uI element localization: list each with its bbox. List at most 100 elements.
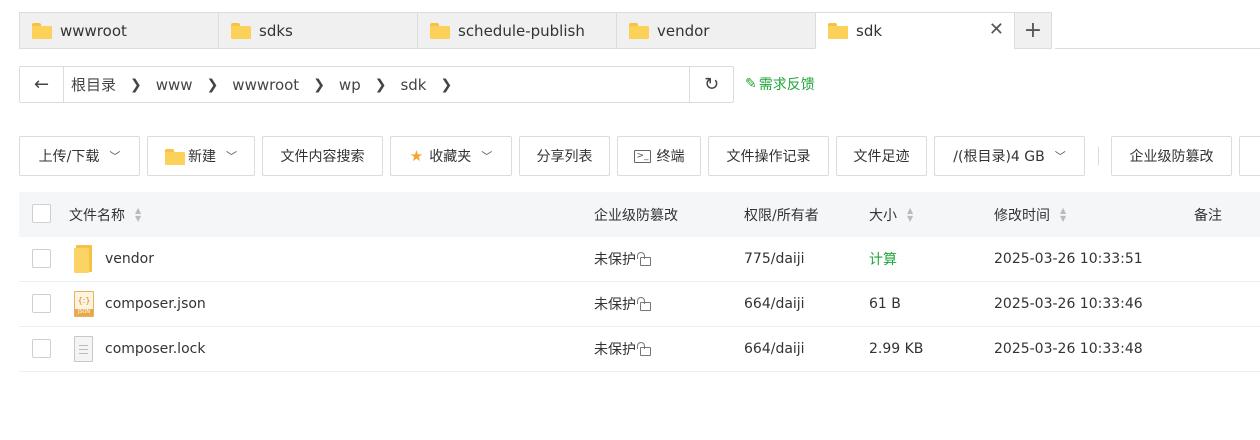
tab-wwwroot[interactable]: wwwroot bbox=[19, 12, 218, 49]
tab-vendor[interactable]: vendor bbox=[616, 12, 815, 49]
tamper-status[interactable]: 未保护 bbox=[594, 237, 651, 281]
modified-time: 2025-03-26 10:33:48 bbox=[994, 341, 1143, 357]
column-size-label: 大小 bbox=[869, 207, 897, 224]
chevron-right-icon: ❯ bbox=[313, 76, 325, 93]
breadcrumb-root[interactable]: 根目录 bbox=[71, 74, 116, 95]
breadcrumb-www[interactable]: www bbox=[156, 76, 193, 94]
terminal-icon: >_ bbox=[633, 149, 651, 163]
feedback-link[interactable]: ✎ 需求反馈 bbox=[745, 74, 815, 94]
breadcrumb-wwwroot[interactable]: wwwroot bbox=[232, 76, 299, 94]
chevron-right-icon: ❯ bbox=[206, 76, 219, 93]
calculate-size-link[interactable]: 计算 bbox=[869, 237, 897, 281]
footprint-label: 文件足迹 bbox=[853, 149, 910, 165]
back-arrow-icon[interactable]: ← bbox=[20, 67, 64, 102]
tamper-status[interactable]: 未保护 bbox=[594, 282, 651, 326]
modified-time: 2025-03-26 10:33:51 bbox=[994, 251, 1143, 267]
terminal-label: 终端 bbox=[656, 149, 685, 165]
chevron-right-icon: ❯ bbox=[374, 76, 387, 93]
modified-time: 2025-03-26 10:33:46 bbox=[994, 296, 1143, 312]
tab-label: schedule-publish bbox=[458, 21, 585, 40]
column-mtime[interactable]: 修改时间 ▲ ▼ bbox=[994, 205, 1066, 225]
tab-schedule-publish[interactable]: schedule-publish bbox=[417, 12, 616, 49]
breadcrumb[interactable]: 根目录 ❯ www ❯ wwwroot ❯ wp ❯ sdk ❯ bbox=[64, 67, 689, 102]
file-icon bbox=[74, 336, 93, 362]
operation-log-label: 文件操作记录 bbox=[726, 149, 811, 165]
tamper-protection-button[interactable]: 企业级防篡改 bbox=[1111, 136, 1232, 176]
toolbar: 上传/下载 ﹀ 新建 ﹀ 文件内容搜索 ★ 收藏夹 ﹀ 分享列表 >_ 终端 文… bbox=[19, 136, 1260, 176]
sort-icon: ▲ ▼ bbox=[907, 205, 914, 223]
share-list-label: 分享列表 bbox=[536, 149, 593, 165]
disk-select-button[interactable]: /(根目录)4 GB ﹀ bbox=[934, 136, 1085, 176]
favorites-button[interactable]: ★ 收藏夹 ﹀ bbox=[390, 136, 512, 176]
chevron-down-icon: ﹀ bbox=[481, 150, 493, 163]
chevron-right-icon: ❯ bbox=[440, 76, 453, 93]
tabbar-divider bbox=[1055, 48, 1260, 49]
row-checkbox[interactable] bbox=[32, 249, 51, 268]
column-note: 备注 bbox=[1194, 205, 1222, 225]
terminal-button[interactable]: >_ 终端 bbox=[617, 136, 701, 176]
folder-icon bbox=[32, 22, 52, 39]
folder-icon bbox=[430, 22, 450, 39]
table-header: 文件名称 ▲ ▼ 企业级防篡改 权限/所有者 大小 ▲ ▼ 修改时间 ▲ ▼ 备注 bbox=[19, 192, 1260, 237]
table-row[interactable]: {:} JSON composer.json 未保护 664/daiji 61 B… bbox=[19, 282, 1260, 327]
unlock-icon bbox=[637, 297, 651, 311]
file-size: 61 B bbox=[869, 296, 901, 312]
column-name[interactable]: 文件名称 ▲ ▼ bbox=[69, 205, 141, 225]
column-size[interactable]: 大小 ▲ ▼ bbox=[869, 205, 913, 225]
column-mtime-label: 修改时间 bbox=[994, 207, 1050, 224]
tab-label: vendor bbox=[657, 21, 710, 40]
sort-icon: ▲ ▼ bbox=[135, 205, 142, 223]
share-list-button[interactable]: 分享列表 bbox=[519, 136, 610, 176]
footprint-button[interactable]: 文件足迹 bbox=[836, 136, 927, 176]
folder-icon bbox=[74, 244, 94, 274]
upload-download-button[interactable]: 上传/下载 ﹀ bbox=[19, 136, 140, 176]
tab-label: wwwroot bbox=[60, 21, 127, 40]
tamper-status-label: 未保护 bbox=[594, 342, 636, 358]
tab-sdk[interactable]: sdk ✕ bbox=[815, 12, 1014, 49]
file-size: 2.99 KB bbox=[869, 341, 924, 357]
column-name-label: 文件名称 bbox=[69, 207, 125, 224]
file-name[interactable]: composer.json bbox=[105, 282, 206, 326]
column-tamper: 企业级防篡改 bbox=[594, 205, 678, 225]
close-icon[interactable]: ✕ bbox=[989, 21, 1004, 39]
breadcrumb-sdk[interactable]: sdk bbox=[400, 76, 426, 94]
favorites-label: 收藏夹 bbox=[429, 149, 472, 165]
file-name[interactable]: composer.lock bbox=[105, 327, 205, 371]
permission[interactable]: 664/daiji bbox=[744, 327, 805, 371]
content-search-button[interactable]: 文件内容搜索 bbox=[262, 136, 383, 176]
edit-icon: ✎ bbox=[745, 76, 757, 92]
disk-label: /(根目录)4 GB bbox=[953, 149, 1045, 165]
star-icon: ★ bbox=[409, 147, 424, 165]
permission[interactable]: 775/daiji bbox=[744, 237, 805, 281]
operation-log-button[interactable]: 文件操作记录 bbox=[708, 136, 829, 176]
tab-bar: wwwroot sdks schedule-publish vendor sdk… bbox=[19, 12, 1052, 49]
table-row[interactable]: vendor 未保护 775/daiji 计算 2025-03-26 10:33… bbox=[19, 237, 1260, 282]
chevron-down-icon: ﹀ bbox=[226, 150, 237, 163]
new-button[interactable]: 新建 ﹀ bbox=[147, 136, 255, 176]
json-file-icon: {:} JSON bbox=[74, 291, 94, 317]
add-tab-button[interactable]: + bbox=[1014, 12, 1052, 49]
table-row[interactable]: composer.lock 未保护 664/daiji 2.99 KB 2025… bbox=[19, 327, 1260, 372]
row-checkbox[interactable] bbox=[32, 339, 51, 358]
select-all-checkbox[interactable] bbox=[32, 204, 51, 223]
content-search-label: 文件内容搜索 bbox=[280, 149, 365, 165]
breadcrumb-wp[interactable]: wp bbox=[339, 76, 361, 94]
chevron-right-icon: ❯ bbox=[130, 76, 142, 93]
file-name[interactable]: vendor bbox=[105, 237, 154, 281]
column-tamper-label: 企业级防篡改 bbox=[594, 207, 678, 224]
tamper-label: 企业级防篡改 bbox=[1129, 149, 1214, 165]
row-checkbox[interactable] bbox=[32, 294, 51, 313]
tab-label: sdks bbox=[259, 21, 293, 40]
toolbar-divider bbox=[1098, 147, 1099, 165]
folder-icon bbox=[828, 22, 848, 39]
tab-label: sdk bbox=[856, 21, 883, 40]
permission[interactable]: 664/daiji bbox=[744, 282, 805, 326]
refresh-icon[interactable]: ↻ bbox=[689, 67, 733, 102]
path-bar: ← 根目录 ❯ www ❯ wwwroot ❯ wp ❯ sdk ❯ ↻ bbox=[19, 66, 734, 103]
more-button-partial[interactable] bbox=[1239, 136, 1260, 176]
tab-sdks[interactable]: sdks bbox=[218, 12, 417, 49]
unlock-icon bbox=[637, 252, 651, 266]
tamper-status[interactable]: 未保护 bbox=[594, 327, 651, 371]
column-permission: 权限/所有者 bbox=[744, 205, 819, 225]
folder-icon bbox=[629, 22, 649, 39]
